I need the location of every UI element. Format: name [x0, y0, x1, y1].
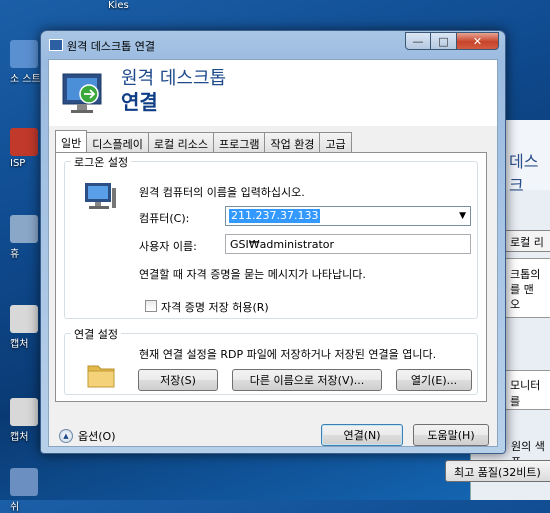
general-tab-panel: 로그온 설정 원격 컴퓨터의 이름을 입력하십시오. 컴퓨터(C): 211.2… — [55, 152, 487, 402]
remote-desktop-dialog: 원격 데스크톱 연결 — □ ✕ 원격 데스크톱 연결 일반 디스플레이 로컬 … — [40, 30, 506, 454]
background-tab[interactable]: 로컬 리 — [505, 230, 550, 252]
desktop-icon-label: 소 스트 — [10, 74, 41, 85]
computer-value: 211.237.37.133 — [229, 209, 321, 223]
kies-desktop-label[interactable]: Kies — [108, 0, 129, 11]
computer-combobox[interactable]: 211.237.37.133 ▼ — [225, 206, 471, 226]
remote-monitor-icon — [62, 73, 102, 113]
folder-icon — [87, 365, 115, 388]
connect-button[interactable]: 연결(N) — [321, 424, 403, 446]
save-credentials-checkbox[interactable] — [145, 300, 157, 312]
window-controls: — □ ✕ — [405, 32, 499, 50]
connection-settings-title: 연결 설정 — [71, 326, 121, 342]
color-quality-dropdown[interactable]: 최고 품질(32비트) — [445, 460, 550, 482]
computer-label: 컴퓨터(C): — [139, 212, 190, 225]
background-header-text: 데스크 — [509, 152, 539, 195]
tab-programs[interactable]: 프로그램 — [212, 132, 266, 152]
expand-circle-icon[interactable]: ▲ — [59, 429, 73, 443]
minimize-button[interactable]: — — [405, 32, 431, 50]
options-toggle[interactable]: ▲ 옵션(O) — [59, 428, 115, 444]
tab-local-resources[interactable]: 로컬 리소스 — [147, 132, 214, 152]
desktop-icon-label: ISP — [10, 158, 26, 169]
dialog-client-area: 원격 데스크톱 연결 일반 디스플레이 로컬 리소스 프로그램 작업 환경 고급… — [48, 59, 498, 447]
credential-note: 연결할 때 자격 증명을 묻는 메시지가 나타납니다. — [139, 268, 366, 281]
capture-tool-icon — [10, 398, 38, 426]
app-shortcut-icon — [10, 468, 38, 496]
username-label: 사용자 이름: — [139, 240, 197, 253]
help-button[interactable]: 도움말(H) — [413, 424, 489, 446]
isp-icon — [10, 128, 38, 156]
recycle-bin-icon — [10, 215, 38, 243]
window-title: 원격 데스크톱 연결 — [67, 40, 155, 53]
save-as-button[interactable]: 다른 이름으로 저장(V)... — [232, 369, 382, 391]
save-button[interactable]: 저장(S) — [138, 369, 218, 391]
remote-desktop-icon — [49, 39, 63, 51]
options-label: 옵션(O) — [78, 430, 116, 443]
desktop-icon-label: 캡처 — [10, 339, 29, 350]
chevron-down-icon[interactable]: ▼ — [459, 211, 466, 221]
tab-general[interactable]: 일반 — [55, 130, 88, 152]
desktop-icon-shortcut-6[interactable]: 쉬 — [10, 468, 46, 513]
computer-icon — [85, 183, 116, 209]
close-button[interactable]: ✕ — [457, 32, 499, 50]
header-title-line2: 연결 — [121, 90, 158, 114]
connection-description: 현재 연결 설정을 RDP 파일에 저장하거나 저장된 연결을 엽니다. — [139, 348, 437, 361]
background-pane: 크톱의 를 맨 오 — [505, 258, 550, 318]
open-button[interactable]: 열기(E)... — [396, 369, 472, 391]
app-shortcut-icon — [10, 40, 38, 68]
tab-advanced[interactable]: 고급 — [319, 132, 352, 152]
tab-strip: 일반 디스플레이 로컬 리소스 프로그램 작업 환경 고급 — [55, 130, 352, 152]
desktop-icon-label: 쉬 — [10, 502, 20, 513]
instruction-text: 원격 컴퓨터의 이름을 입력하십시오. — [139, 186, 305, 199]
capture-tool-icon — [10, 305, 38, 333]
desktop-icon-label: 캡처 — [10, 432, 29, 443]
logon-settings-group: 로그온 설정 원격 컴퓨터의 이름을 입력하십시오. 컴퓨터(C): 211.2… — [64, 154, 478, 319]
tab-experience[interactable]: 작업 환경 — [264, 132, 321, 152]
maximize-button[interactable]: □ — [431, 32, 457, 50]
username-field[interactable]: GSI₩administrator — [225, 234, 471, 254]
desktop-icon-label: 휴 — [10, 249, 20, 260]
save-credentials-label[interactable]: 자격 증명 저장 허용(R) — [161, 299, 269, 315]
background-pane-2: 모니터를 — [505, 370, 550, 410]
dialog-header: 원격 데스크톱 연결 — [49, 60, 497, 126]
logon-settings-title: 로그온 설정 — [71, 154, 132, 170]
tab-display[interactable]: 디스플레이 — [86, 132, 149, 152]
title-bar[interactable]: 원격 데스크톱 연결 — □ ✕ — [41, 31, 505, 59]
